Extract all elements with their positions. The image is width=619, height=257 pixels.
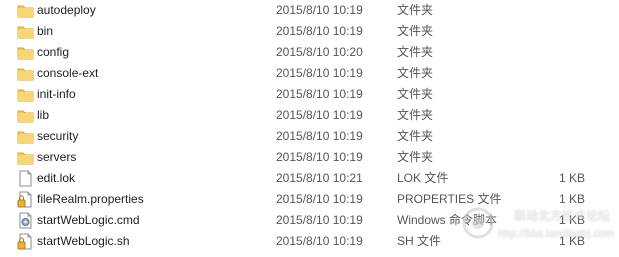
file-name[interactable]: fileRealm.properties	[37, 189, 144, 210]
locked-file-icon	[17, 233, 34, 250]
file-name[interactable]: config	[37, 42, 69, 63]
folder-icon	[17, 2, 34, 19]
file-type: PROPERTIES 文件	[397, 192, 502, 206]
file-modified-date: 2015/8/10 10:19	[276, 150, 363, 164]
folder-icon	[17, 128, 34, 145]
file-modified-date: 2015/8/10 10:19	[276, 108, 363, 122]
folder-icon	[17, 65, 34, 82]
file-type: 文件夹	[397, 87, 434, 101]
file-modified-date: 2015/8/10 10:19	[276, 87, 363, 101]
cmd-script-icon	[17, 212, 34, 229]
file-name[interactable]: autodeploy	[37, 0, 96, 21]
file-type: 文件夹	[397, 108, 434, 122]
file-row[interactable]: lib 2015/8/10 10:19 文件夹	[0, 105, 619, 126]
file-size: 1 KB	[559, 234, 586, 248]
folder-icon	[17, 107, 34, 124]
file-row[interactable]: edit.lok 2015/8/10 10:21 LOK 文件 1 KB	[0, 168, 619, 189]
file-name[interactable]: lib	[37, 105, 49, 126]
file-row[interactable]: config 2015/8/10 10:20 文件夹	[0, 42, 619, 63]
file-modified-date: 2015/8/10 10:19	[276, 129, 363, 143]
file-type: 文件夹	[397, 150, 434, 164]
file-row[interactable]: startWebLogic.sh 2015/8/10 10:19 SH 文件 1 KB	[0, 231, 619, 252]
file-type: 文件夹	[397, 3, 434, 17]
file-row[interactable]: autodeploy 2015/8/10 10:19 文件夹	[0, 0, 619, 21]
file-size: 1 KB	[559, 213, 586, 227]
file-name[interactable]: edit.lok	[37, 168, 75, 189]
file-name[interactable]: security	[37, 126, 78, 147]
folder-icon	[17, 44, 34, 61]
file-row[interactable]: servers 2015/8/10 10:19 文件夹	[0, 147, 619, 168]
file-list: autodeploy 2015/8/10 10:19 文件夹 bin 2015/8/10…	[0, 0, 619, 252]
file-modified-date: 2015/8/10 10:21	[276, 171, 363, 185]
file-modified-date: 2015/8/10 10:19	[276, 213, 363, 227]
file-type: 文件夹	[397, 66, 434, 80]
file-name[interactable]: bin	[37, 21, 53, 42]
file-row[interactable]: fileRealm.properties 2015/8/10 10:19 PROPE…	[0, 189, 619, 210]
locked-file-icon	[17, 191, 34, 208]
file-type: SH 文件	[397, 234, 442, 248]
file-modified-date: 2015/8/10 10:19	[276, 192, 363, 206]
file-name[interactable]: startWebLogic.sh	[37, 231, 130, 252]
file-size: 1 KB	[559, 192, 586, 206]
file-name[interactable]: servers	[37, 147, 76, 168]
folder-icon	[17, 23, 34, 40]
file-type: LOK 文件	[397, 171, 449, 185]
file-name[interactable]: startWebLogic.cmd	[37, 210, 140, 231]
file-size: 1 KB	[559, 171, 586, 185]
folder-icon	[17, 149, 34, 166]
file-row[interactable]: startWebLogic.cmd 2015/8/10 10:19 Windows …	[0, 210, 619, 231]
file-modified-date: 2015/8/10 10:19	[276, 234, 363, 248]
file-row[interactable]: console-ext 2015/8/10 10:19 文件夹	[0, 63, 619, 84]
file-type: 文件夹	[397, 24, 434, 38]
file-row[interactable]: init-info 2015/8/10 10:19 文件夹	[0, 84, 619, 105]
file-modified-date: 2015/8/10 10:20	[276, 45, 363, 59]
file-type: 文件夹	[397, 129, 434, 143]
file-row[interactable]: security 2015/8/10 10:19 文件夹	[0, 126, 619, 147]
file-modified-date: 2015/8/10 10:19	[276, 24, 363, 38]
file-modified-date: 2015/8/10 10:19	[276, 66, 363, 80]
file-icon	[17, 170, 34, 187]
file-name[interactable]: init-info	[37, 84, 76, 105]
folder-icon	[17, 86, 34, 103]
file-type: Windows 命令脚本	[397, 213, 498, 227]
file-type: 文件夹	[397, 45, 434, 59]
file-row[interactable]: bin 2015/8/10 10:19 文件夹	[0, 21, 619, 42]
file-modified-date: 2015/8/10 10:19	[276, 3, 363, 17]
file-name[interactable]: console-ext	[37, 63, 98, 84]
